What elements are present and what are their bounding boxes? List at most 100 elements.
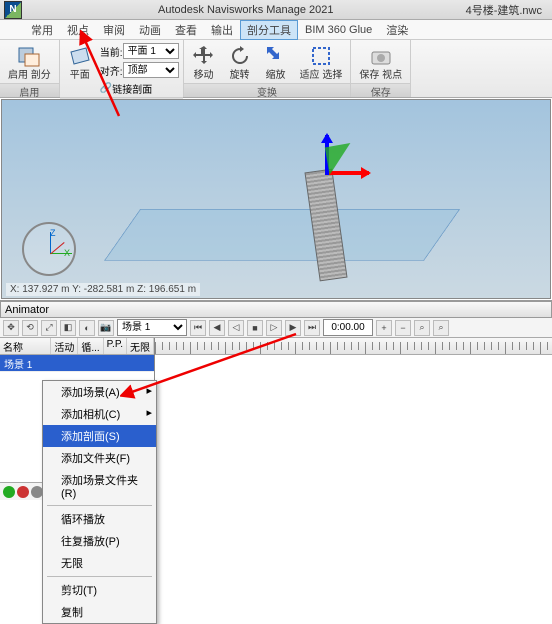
timeline[interactable] (155, 338, 552, 498)
ribbon-tabs: 常用 视点 审阅 动画 查看 输出 剖分工具 BIM 360 Glue 渲染 (0, 20, 552, 40)
tool-capture[interactable]: 📷 (98, 320, 114, 336)
zoom-out-button[interactable]: − (395, 320, 411, 336)
app-icon[interactable]: N (4, 1, 22, 19)
rotate-button[interactable]: 旋转 (224, 42, 256, 83)
axis-triad (38, 232, 68, 262)
align-label: 对齐: (100, 63, 123, 78)
move-icon (192, 44, 216, 68)
link-section-label: 链接剖面 (112, 81, 152, 96)
tab-view[interactable]: 查看 (168, 20, 204, 40)
tab-home[interactable]: 常用 (24, 20, 60, 40)
scene-combo[interactable]: 场景 1 (117, 319, 187, 336)
ctx-add-section[interactable]: 添加剖面(S) (43, 425, 156, 447)
gizmo-plane[interactable] (325, 143, 355, 175)
section-icon (17, 44, 41, 68)
scale-label: 缩放 (266, 70, 286, 81)
camera-icon (369, 44, 393, 68)
animator-toolbar: ✥ ⟲ ⤢ ◧ ◐ 📷 场景 1 ⏮ ◀ ◁ ■ ▷ ▶ ⏭ + − ⌕ ⌕ (0, 318, 552, 338)
ctx-separator-2 (47, 576, 152, 577)
col-name[interactable]: 名称 (0, 338, 51, 354)
ctx-loop[interactable]: 循环播放 (43, 508, 156, 530)
fit-selection-button[interactable]: 适应 选择 (296, 42, 347, 83)
plane-mode-button[interactable]: 平面 (64, 42, 96, 83)
ctx-infinite[interactable]: 无限 (43, 552, 156, 574)
current-plane-row: 当前: 平面 1 (100, 42, 179, 60)
current-label: 当前: (100, 44, 123, 59)
ctx-copy[interactable]: 复制 (43, 601, 156, 623)
scale-icon (264, 44, 288, 68)
tab-review[interactable]: 审阅 (96, 20, 132, 40)
col-infinite[interactable]: 无限 (127, 338, 154, 354)
move-button[interactable]: 移动 (188, 42, 220, 83)
reverse-button[interactable]: ◁ (228, 320, 244, 336)
plane-mode-label: 平面 (70, 70, 90, 81)
tab-render[interactable]: 渲染 (379, 20, 415, 40)
scene-row[interactable]: 场景 1 (0, 355, 154, 372)
rotate-label: 旋转 (230, 70, 250, 81)
col-active[interactable]: 活动 (51, 338, 78, 354)
coordinate-readout: X: 137.927 m Y: -282.581 m Z: 196.651 m (6, 283, 200, 296)
ribbon-group-enable: 启用 剖分 启用 (0, 40, 60, 97)
file-name: 4号楼-建筑.nwc (466, 2, 552, 18)
tool-translate[interactable]: ✥ (3, 320, 19, 336)
rewind-button[interactable]: ⏮ (190, 320, 206, 336)
zoom-1-button[interactable]: ⌕ (414, 320, 430, 336)
ctx-pingpong[interactable]: 往复播放(P) (43, 530, 156, 552)
enable-section-label: 启用 剖分 (8, 70, 51, 81)
ctx-add-camera[interactable]: 添加相机(C) (43, 403, 156, 425)
ribbon-group-transform: 移动 旋转 缩放 适应 选择 变换 (184, 40, 352, 97)
section-plane (104, 209, 460, 261)
tab-section-tools[interactable]: 剖分工具 (240, 20, 298, 40)
ribbon: 启用 剖分 启用 平面 当前: 平面 1 对齐: 顶部 🔗 (0, 40, 552, 98)
tab-bim360[interactable]: BIM 360 Glue (298, 22, 379, 38)
stop-button[interactable]: ■ (247, 320, 263, 336)
save-viewpoint-button[interactable]: 保存 视点 (355, 42, 406, 83)
scale-button[interactable]: 缩放 (260, 42, 292, 83)
step-fwd-button[interactable]: ▶ (285, 320, 301, 336)
group-label-transform: 变换 (184, 83, 351, 97)
align-select[interactable]: 顶部 (123, 62, 179, 78)
zoom-in-button[interactable]: + (376, 320, 392, 336)
ctx-cut[interactable]: 剪切(T) (43, 579, 156, 601)
3d-viewport[interactable]: Z X X: 137.927 m Y: -282.581 m Z: 196.65… (1, 99, 551, 299)
ctx-add-scene[interactable]: 添加场景(A) (43, 381, 156, 403)
ctx-separator-1 (47, 505, 152, 506)
col-loop[interactable]: 循... (78, 338, 103, 354)
ctx-add-folder[interactable]: 添加文件夹(F) (43, 447, 156, 469)
group-label-enable: 启用 (0, 83, 59, 97)
tool-transparency[interactable]: ◐ (79, 320, 95, 336)
play-button[interactable]: ▷ (266, 320, 282, 336)
animator-title-text: Animator (5, 304, 49, 316)
tool-rotate[interactable]: ⟲ (22, 320, 38, 336)
ribbon-group-save: 保存 视点 保存 (351, 40, 411, 97)
tab-output[interactable]: 输出 (204, 20, 240, 40)
link-icon: 🔗 (100, 83, 112, 94)
tool-color[interactable]: ◧ (60, 320, 76, 336)
add-icon[interactable] (3, 486, 15, 498)
zoom-2-button[interactable]: ⌕ (433, 320, 449, 336)
time-field[interactable] (323, 319, 373, 336)
move-label: 移动 (194, 70, 214, 81)
tab-animation[interactable]: 动画 (132, 20, 168, 40)
group-label-save: 保存 (351, 83, 410, 97)
timeline-ruler[interactable] (155, 338, 552, 355)
remove-icon[interactable] (17, 486, 29, 498)
step-back-button[interactable]: ◀ (209, 320, 225, 336)
title-bar: N Autodesk Navisworks Manage 2021 4号楼-建筑… (0, 0, 552, 20)
view-cube[interactable]: Z X (22, 222, 76, 276)
enable-section-button[interactable]: 启用 剖分 (4, 42, 55, 83)
fast-fwd-button[interactable]: ⏭ (304, 320, 320, 336)
app-title: Autodesk Navisworks Manage 2021 (26, 4, 466, 16)
tab-viewpoint[interactable]: 视点 (60, 20, 96, 40)
ribbon-group-mode: 平面 当前: 平面 1 对齐: 顶部 🔗 链接剖面 模式 | 平面设置 ▾ (60, 40, 184, 97)
current-plane-select[interactable]: 平面 1 (123, 43, 179, 59)
tool-scale[interactable]: ⤢ (41, 320, 57, 336)
link-section-row[interactable]: 🔗 链接剖面 (100, 80, 179, 97)
animator-panel-title: Animator (0, 300, 552, 318)
col-pp[interactable]: P.P. (104, 338, 127, 354)
plane-icon (68, 44, 92, 68)
save-viewpoint-label: 保存 视点 (359, 70, 402, 81)
ctx-add-scene-folder[interactable]: 添加场景文件夹(R) (43, 469, 156, 503)
fit-label: 适应 选择 (300, 70, 343, 81)
tree-header: 名称 活动 循... P.P. 无限 (0, 338, 154, 355)
